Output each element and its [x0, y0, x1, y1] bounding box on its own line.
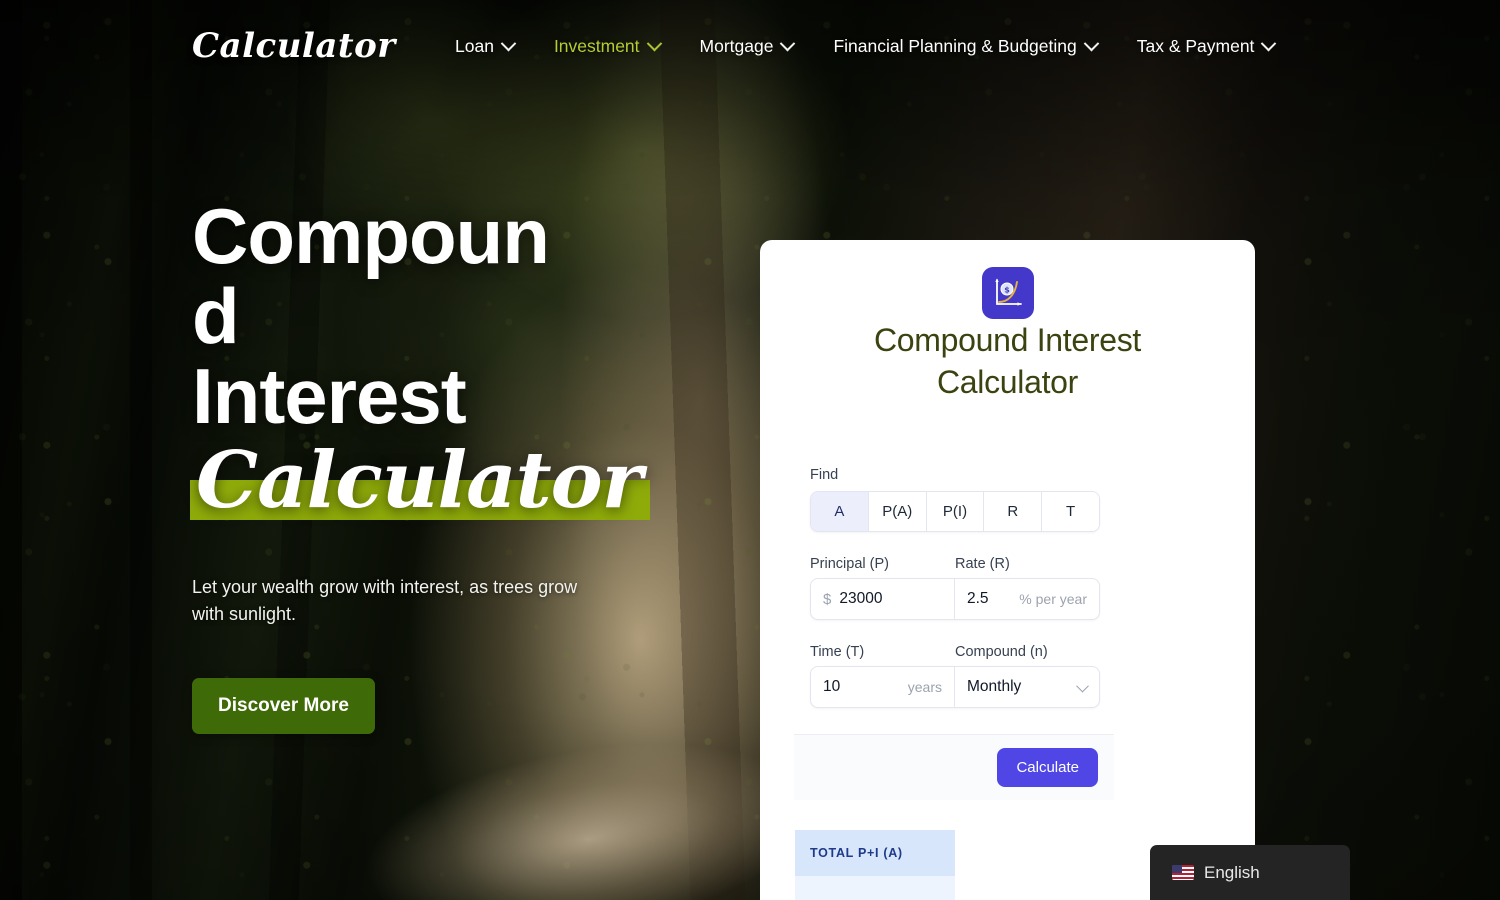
hero-title-line-3: Interest [192, 352, 467, 440]
flag-canton [1172, 865, 1182, 873]
site-logo[interactable]: Calculator [192, 26, 396, 66]
nav-item-investment[interactable]: Investment [553, 35, 662, 57]
compound-selected-value: Monthly [967, 678, 1022, 695]
hero-title-line-2: d [192, 272, 240, 360]
compound-label-col: Compound (n) [955, 642, 1100, 668]
nav-item-label: Loan [455, 36, 494, 56]
nav-item-label: Financial Planning & Budgeting [833, 36, 1077, 56]
hero-title-highlight: Calculator [190, 438, 650, 524]
time-input-cell[interactable]: years [811, 667, 955, 707]
find-option-pi[interactable]: P(I) [926, 492, 985, 531]
chevron-down-icon [1076, 679, 1089, 692]
main-navigation: Loan Investment Mortgage Financial Plann… [455, 35, 1277, 57]
language-switcher[interactable]: English [1150, 845, 1350, 900]
principal-rate-inputs: $ % per year [810, 578, 1100, 620]
svg-text:$: $ [1004, 286, 1010, 295]
chevron-down-icon [1261, 35, 1277, 52]
calculate-button[interactable]: Calculate [997, 748, 1098, 787]
principal-rate-row: Principal (P) Rate (R) [810, 554, 1205, 580]
rate-unit-label: % per year [1019, 591, 1087, 607]
rate-input-cell[interactable]: % per year [955, 579, 1099, 619]
nav-item-label: Tax & Payment [1136, 36, 1255, 56]
site-header: Calculator Loan Investment Mortgage Fina… [0, 0, 1500, 100]
chevron-down-icon [500, 35, 517, 52]
language-label: English [1204, 862, 1260, 882]
chevron-down-icon [646, 35, 662, 52]
principal-input[interactable] [839, 590, 902, 608]
discover-more-button[interactable]: Discover More [192, 678, 375, 734]
principal-input-cell[interactable]: $ [811, 579, 955, 619]
time-input[interactable] [823, 678, 883, 696]
hero-section: Compoun d Interest Calculator Let your w… [190, 196, 650, 734]
growth-chart-dollar-icon: $ [981, 267, 1034, 319]
principal-label: Principal (P) [810, 556, 889, 572]
compound-label: Compound (n) [955, 644, 1048, 660]
time-compound-inputs: years Monthly [810, 666, 1100, 708]
result-panel: TOTAL P+I (A) A = $29,524.91 [795, 830, 955, 900]
nav-item-financial-planning-budgeting[interactable]: Financial Planning & Budgeting [833, 35, 1099, 57]
chevron-down-icon [1083, 35, 1099, 52]
find-option-a[interactable]: A [811, 492, 869, 531]
nav-item-mortgage[interactable]: Mortgage [699, 35, 796, 57]
site-logo-text: Calculator [192, 26, 396, 66]
us-flag-icon [1172, 865, 1194, 880]
compound-frequency-select[interactable]: Monthly [955, 667, 1099, 707]
page-title: Compoun d Interest Calculator [190, 196, 650, 524]
time-label-col: Time (T) [810, 642, 955, 668]
time-unit-label: years [907, 679, 942, 695]
hero-title-line-1: Compoun [192, 192, 550, 280]
rate-input[interactable] [967, 590, 1007, 608]
calculator-title: Compound Interest Calculator [873, 322, 1142, 400]
calculator-header: $ Compound Interest Calculator [810, 262, 1205, 403]
page-root: Calculator Loan Investment Mortgage Fina… [0, 0, 1500, 900]
chevron-down-icon [780, 35, 796, 52]
rate-label-col: Rate (R) [955, 554, 1100, 580]
find-field-group: Find A P(A) P(I) R T [810, 465, 1205, 532]
calculator-body: Find A P(A) P(I) R T Principal (P) Rate … [794, 465, 1205, 900]
compound-interest-calculator-card: $ Compound Interest Calculator Find A P(… [760, 240, 1255, 900]
find-segmented-control: A P(A) P(I) R T [810, 491, 1100, 532]
time-label: Time (T) [810, 644, 865, 660]
result-value: A = $29,524.91 [795, 876, 955, 900]
find-option-pa[interactable]: P(A) [868, 492, 927, 531]
rate-label: Rate (R) [955, 556, 1010, 572]
find-label: Find [810, 467, 839, 483]
time-compound-row: Time (T) Compound (n) [810, 642, 1205, 668]
principal-label-col: Principal (P) [810, 554, 955, 580]
nav-item-label: Mortgage [699, 36, 774, 56]
find-option-r[interactable]: R [984, 492, 1043, 531]
nav-item-label: Investment [553, 36, 640, 56]
dollar-prefix-icon: $ [823, 590, 832, 608]
calculator-actions-bar: Calculate [794, 734, 1114, 800]
hero-subtitle: Let your wealth grow with interest, as t… [192, 577, 578, 624]
find-option-t[interactable]: T [1042, 492, 1099, 531]
nav-item-tax-payment[interactable]: Tax & Payment [1136, 35, 1277, 57]
result-heading: TOTAL P+I (A) [795, 830, 955, 876]
nav-item-loan[interactable]: Loan [455, 35, 517, 57]
